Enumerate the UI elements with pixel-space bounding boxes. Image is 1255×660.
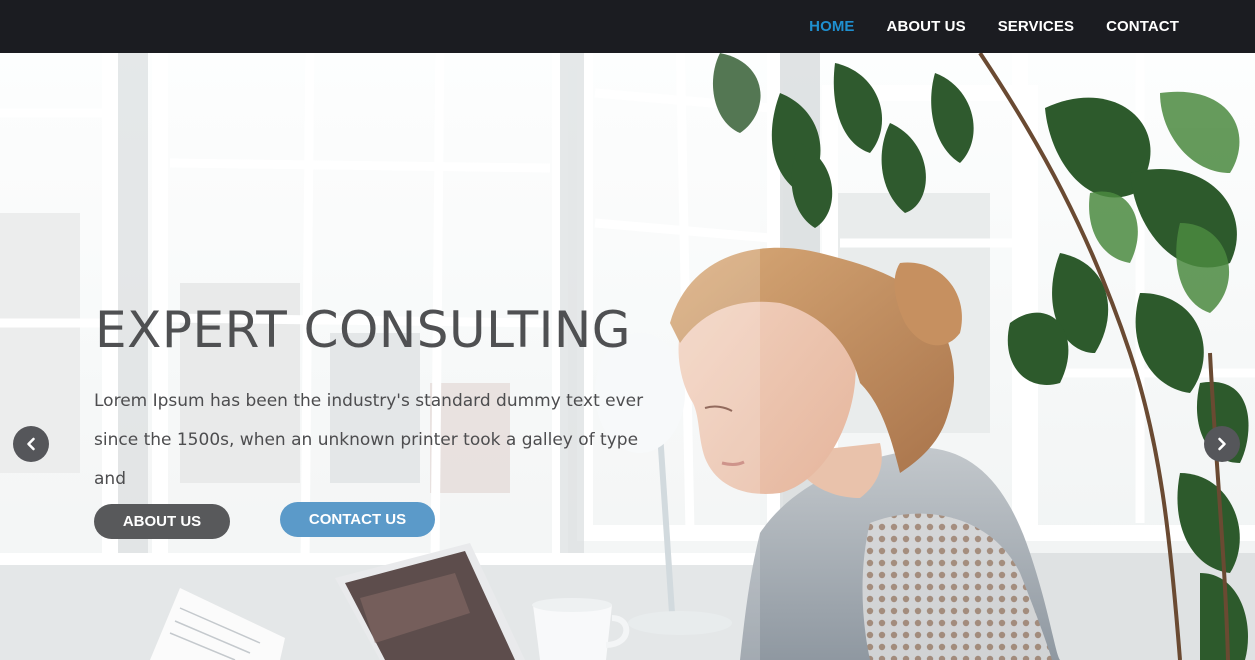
- about-us-button[interactable]: ABOUT US: [94, 504, 230, 539]
- page: HOME ABOUT US SERVICES CONTACT EXPERT CO…: [0, 0, 1255, 660]
- carousel-prev-button[interactable]: [13, 426, 49, 462]
- nav-item-home[interactable]: HOME: [809, 18, 854, 35]
- contact-us-button[interactable]: CONTACT US: [280, 502, 435, 537]
- hero-slider: EXPERT CONSULTING Lorem Ipsum has been t…: [0, 53, 1255, 660]
- carousel-next-button[interactable]: [1204, 426, 1240, 462]
- nav-menu: HOME ABOUT US SERVICES CONTACT: [777, 0, 1179, 53]
- hero-description-line-1: Lorem Ipsum has been the industry's stan…: [94, 391, 644, 411]
- hero-description: Lorem Ipsum has been the industry's stan…: [94, 382, 674, 499]
- chevron-right-icon: [1218, 437, 1226, 451]
- nav-item-about-us[interactable]: ABOUT US: [887, 18, 966, 35]
- hero-title: EXPERT CONSULTING: [95, 301, 632, 359]
- top-navbar: HOME ABOUT US SERVICES CONTACT: [0, 0, 1255, 53]
- nav-item-contact[interactable]: CONTACT: [1106, 18, 1179, 35]
- hero-description-line-2: since the 1500s, when an unknown printer…: [94, 430, 639, 489]
- nav-item-services[interactable]: SERVICES: [998, 18, 1074, 35]
- chevron-left-icon: [27, 437, 35, 451]
